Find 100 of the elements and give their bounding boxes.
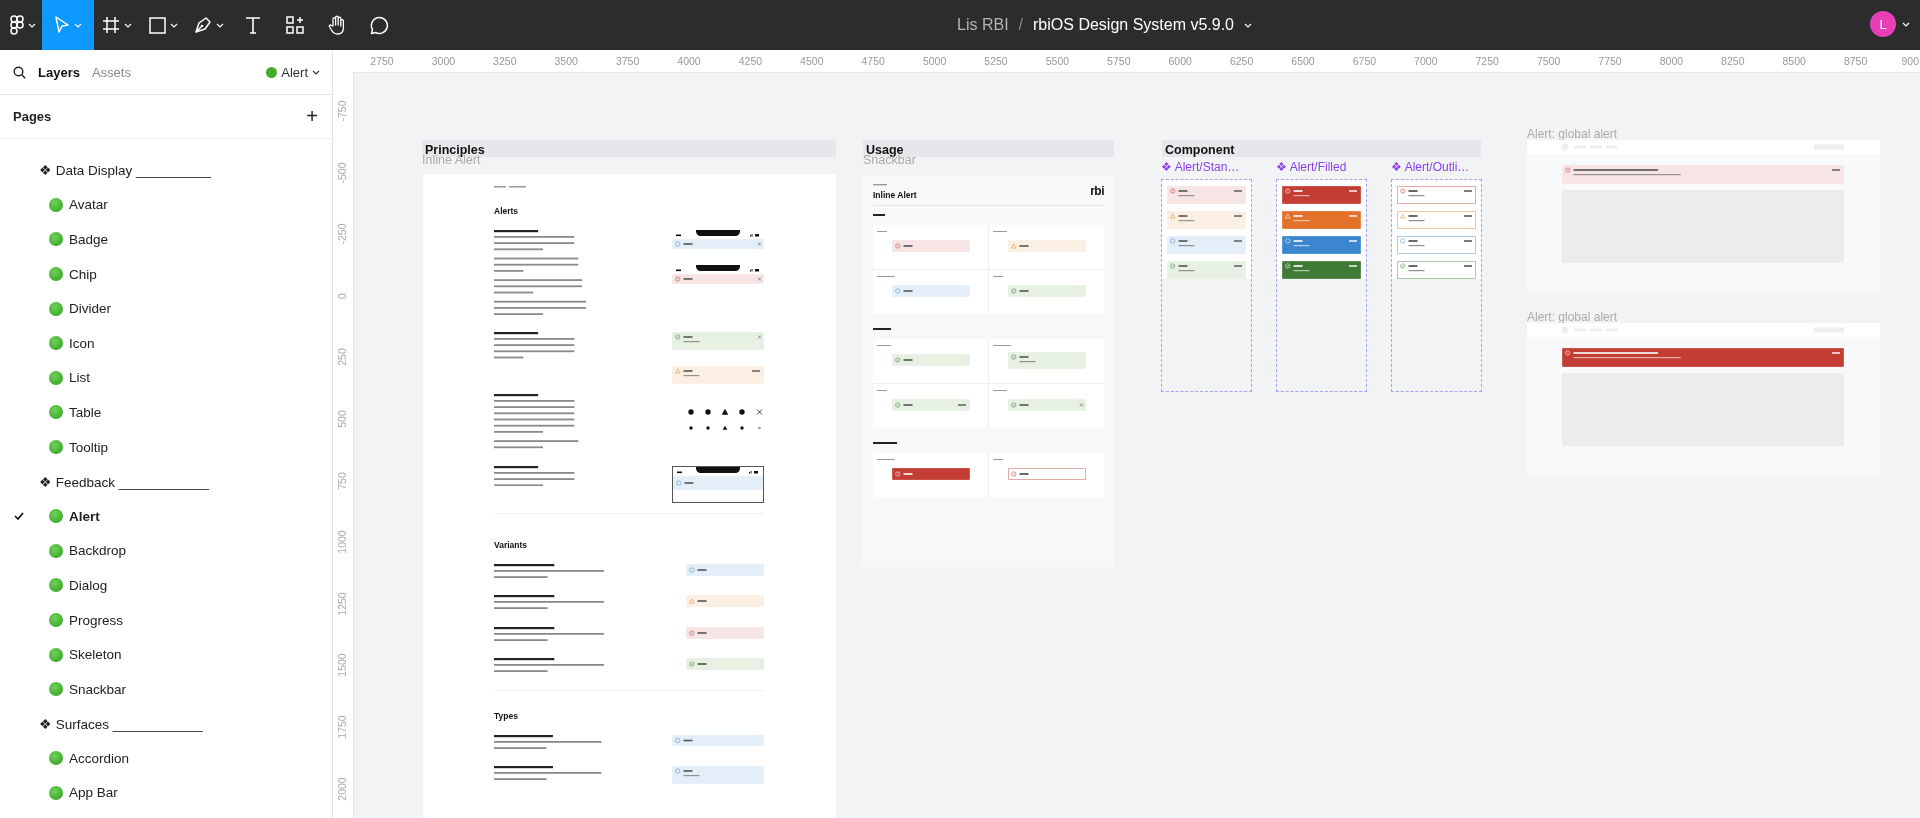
status-dot-icon: [49, 578, 63, 593]
page-item[interactable]: App Bar: [0, 775, 332, 811]
cursor-icon: [54, 16, 70, 34]
ruler-label: 7000: [1413, 55, 1439, 67]
ruler-label: 2000: [336, 775, 348, 803]
logo-icon: [10, 15, 24, 35]
page-item[interactable]: Alert: [0, 498, 332, 534]
ruler-label: -500: [336, 161, 348, 186]
page-item[interactable]: Table: [0, 395, 332, 430]
ruler-label: 1000: [336, 529, 348, 556]
ruler-label: 7500: [1535, 55, 1562, 67]
status-dot-icon: [49, 613, 63, 627]
ruler-label: 8500: [1781, 55, 1807, 67]
pages-heading: Pages: [13, 109, 52, 124]
caret-icon: [28, 22, 36, 28]
current-page-selector[interactable]: Alert: [266, 64, 320, 80]
ruler-label: 900: [1901, 55, 1919, 67]
status-dot-icon: [49, 336, 63, 351]
ruler-label: 8250: [1720, 55, 1746, 67]
panel-tab[interactable]: Assets: [91, 64, 131, 80]
status-dot-icon: [49, 509, 63, 524]
pen-icon: [194, 16, 212, 34]
component-name[interactable]: ❖ Alert/Outli…: [1391, 160, 1470, 174]
ruler-label: 4250: [737, 55, 764, 67]
ruler-label: 4750: [860, 55, 886, 67]
ruler-label: 6250: [1228, 55, 1255, 67]
doc-heading: Variants: [494, 539, 529, 550]
add-page-button[interactable]: +: [306, 105, 318, 128]
status-dot-icon: [49, 301, 63, 316]
caret-icon: [1244, 22, 1252, 28]
page-item[interactable]: Skeleton: [0, 637, 332, 672]
ruler-label: 4000: [676, 55, 702, 67]
ruler-label: 8000: [1658, 55, 1685, 67]
component-name[interactable]: ❖ Alert/Filled: [1276, 160, 1347, 174]
status-dot-icon: [49, 405, 63, 420]
page-item[interactable]: Avatar: [0, 187, 332, 223]
section-title: Component: [1165, 143, 1235, 157]
ruler-label: 0: [336, 291, 348, 301]
page-item[interactable]: ❖ Feedback ____________: [0, 464, 332, 499]
page-item[interactable]: Chip: [0, 256, 332, 292]
page-item[interactable]: Snackbar: [0, 671, 332, 707]
check-icon: [14, 512, 24, 521]
status-dot-icon: [49, 197, 63, 212]
ruler-label: -250: [336, 222, 348, 247]
caret-icon: [169, 22, 178, 28]
ruler-label: 3500: [553, 55, 579, 67]
ruler-label: 1250: [336, 591, 348, 618]
page-item[interactable]: ❖ Surfaces ____________: [0, 706, 332, 742]
ruler-label: 5250: [983, 55, 1009, 67]
doc-heading: Types: [494, 710, 519, 721]
status-dot-icon: [49, 232, 63, 247]
ruler-label: 5750: [1106, 55, 1132, 67]
ruler-label: 1500: [336, 652, 348, 680]
caret-icon: [124, 22, 132, 28]
hand-icon: [328, 15, 346, 35]
ruler-label: 3000: [430, 55, 457, 67]
page-item[interactable]: Badge: [0, 222, 332, 257]
section-title: Principles: [425, 143, 485, 157]
caret-icon: [312, 69, 320, 75]
page-item[interactable]: Progress: [0, 602, 332, 638]
ruler-label: -750: [336, 99, 348, 124]
comment-icon: [369, 15, 389, 35]
page-item[interactable]: Tooltip: [0, 429, 332, 465]
search-icon[interactable]: [13, 65, 26, 79]
page-item[interactable]: ❖ Data Display __________: [0, 153, 332, 188]
component-name[interactable]: ❖ Alert/Stan…: [1161, 160, 1240, 174]
page-item[interactable]: List: [0, 360, 332, 396]
caret-icon: [216, 22, 224, 28]
team-name[interactable]: Lis RBI: [957, 16, 1009, 34]
page-item[interactable]: Accordion: [0, 741, 332, 776]
status-dot-icon: [49, 682, 63, 697]
frame-label: Alert: global alert: [1527, 310, 1618, 324]
ruler-label: 6750: [1351, 55, 1378, 67]
ruler-label: 2750: [369, 55, 395, 67]
doc-title: Inline Alert: [873, 190, 917, 200]
text-tool-icon: [245, 16, 261, 34]
doc-heading: Alerts: [494, 206, 520, 216]
ruler-label: 7250: [1474, 55, 1500, 67]
file-name-button[interactable]: rbiOS Design System v5.9.0: [1033, 16, 1252, 34]
ruler-label: 8750: [1842, 55, 1869, 67]
section-title: Usage: [866, 143, 904, 157]
ruler-label: 4500: [799, 55, 825, 67]
ruler-label: 750: [336, 470, 348, 492]
ruler-label: 500: [336, 409, 348, 430]
page-item[interactable]: Icon: [0, 325, 332, 361]
page-item[interactable]: Divider: [0, 291, 332, 326]
user-avatar[interactable]: L: [1870, 11, 1896, 37]
ruler-label: 250: [336, 347, 348, 369]
ruler-label: 7750: [1597, 55, 1623, 67]
ruler-label: 5500: [1044, 55, 1071, 67]
page-item[interactable]: Backdrop: [0, 533, 332, 569]
status-dot-icon: [49, 751, 63, 766]
page-item[interactable]: Dialog: [0, 568, 332, 603]
path-separator: /: [1018, 16, 1024, 34]
logo: rbi: [1090, 184, 1104, 198]
status-dot-icon: [49, 267, 63, 282]
ruler-label: 3250: [492, 55, 518, 67]
ruler-label: 1750: [336, 714, 348, 741]
status-dot-icon: [49, 543, 63, 558]
panel-tab[interactable]: Layers: [38, 64, 80, 80]
